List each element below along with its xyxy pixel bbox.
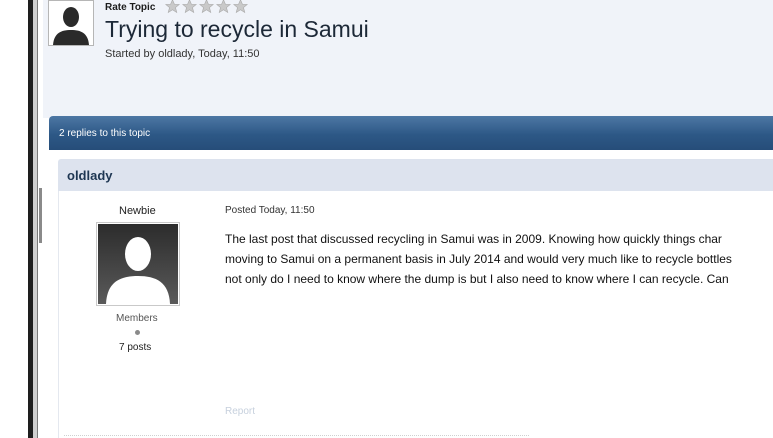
replies-count: 2 replies to this topic bbox=[59, 128, 151, 139]
author-post-count: 7 posts bbox=[119, 342, 152, 353]
post-text-line: moving to Samui on a permanent basis in … bbox=[225, 252, 732, 266]
post-date: Posted Today, 11:50 bbox=[225, 205, 315, 216]
star-icon[interactable] bbox=[199, 0, 214, 14]
post-author-link[interactable]: oldlady bbox=[67, 168, 113, 183]
replies-bar: 2 replies to this topic bbox=[49, 116, 773, 150]
topic-started-by: Started by oldlady, Today, 11:50 bbox=[105, 48, 260, 60]
starter-avatar[interactable] bbox=[48, 0, 94, 46]
star-icon[interactable] bbox=[216, 0, 231, 14]
scroll-indicator[interactable] bbox=[39, 188, 42, 243]
report-link[interactable]: Report bbox=[225, 406, 255, 417]
post-body: Newbie Members 7 posts Posted Today, 11:… bbox=[58, 191, 773, 438]
topic-header: Rate Topic Trying to recycle in Samui St… bbox=[43, 0, 773, 118]
star-icon[interactable] bbox=[233, 0, 248, 14]
author-rank: Newbie bbox=[119, 205, 156, 217]
topic-title: Trying to recycle in Samui bbox=[105, 16, 369, 42]
star-icon[interactable] bbox=[182, 0, 197, 14]
offline-status-icon bbox=[135, 330, 140, 335]
author-avatar[interactable] bbox=[96, 222, 180, 306]
post-divider bbox=[64, 435, 529, 436]
author-group: Members bbox=[116, 313, 158, 324]
post-text-line: not only do I need to know where the dum… bbox=[225, 272, 729, 286]
forum-page: Rate Topic Trying to recycle in Samui St… bbox=[43, 0, 773, 438]
post-header: oldlady bbox=[58, 159, 773, 191]
default-avatar-icon bbox=[98, 224, 178, 304]
default-avatar-icon bbox=[49, 1, 93, 45]
post-text-line: The last post that discussed recycling i… bbox=[225, 232, 722, 246]
rate-topic-label: Rate Topic bbox=[105, 2, 156, 13]
star-icon[interactable] bbox=[165, 0, 180, 14]
rating-stars[interactable] bbox=[165, 0, 248, 15]
page-border-line bbox=[37, 0, 38, 438]
post-content: The last post that discussed recycling i… bbox=[225, 229, 773, 291]
window-margin bbox=[0, 0, 28, 438]
